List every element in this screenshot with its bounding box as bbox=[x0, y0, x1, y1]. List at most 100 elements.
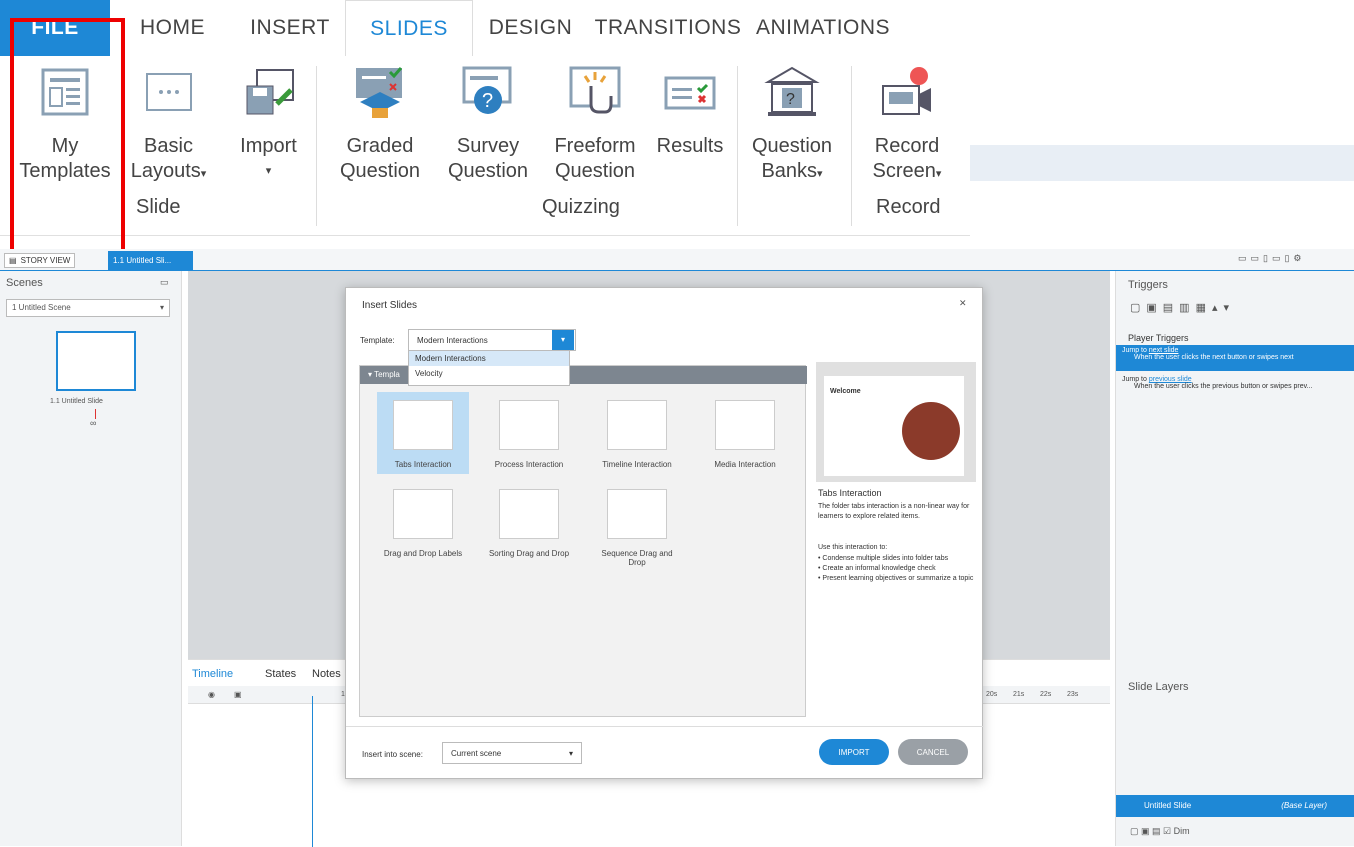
freeform-question-button[interactable]: Freeform Question bbox=[545, 64, 645, 184]
question-banks-icon: ? bbox=[764, 64, 820, 120]
thumb-drag-drop-labels[interactable]: Drag and Drop Labels bbox=[378, 489, 468, 558]
freeform-question-icon bbox=[567, 64, 623, 120]
tab-timeline[interactable]: Timeline bbox=[192, 668, 233, 680]
base-layer-row[interactable]: Untitled Slide (Base Layer) bbox=[1116, 795, 1354, 817]
template-label: Template: bbox=[360, 336, 395, 345]
record-screen-button[interactable]: Record Screen▾ bbox=[862, 64, 952, 187]
thumb-sequence-drag-drop[interactable]: Sequence Drag and Drop bbox=[592, 489, 682, 567]
basic-layouts-button[interactable]: Basic Layouts▾ bbox=[126, 64, 211, 187]
preview-bullet: • Present learning objectives or summari… bbox=[818, 575, 974, 582]
tab-states[interactable]: States bbox=[265, 668, 296, 680]
slide-thumbnail-label: 1.1 Untitled Slide bbox=[50, 398, 103, 405]
tab-home[interactable]: HOME bbox=[110, 0, 235, 56]
tick-20s: 20s bbox=[986, 691, 998, 698]
slide-thumbnail[interactable] bbox=[56, 331, 136, 391]
group-label-quizzing: Quizzing bbox=[542, 196, 620, 218]
story-view-tab[interactable]: ▤ STORY VIEW bbox=[4, 253, 76, 268]
trigger-toolbar-icons[interactable]: ▢▣▤▥▦▴▾ bbox=[1130, 301, 1235, 314]
preview-title: Tabs Interaction bbox=[818, 488, 882, 498]
tab-animations[interactable]: ANIMATIONS bbox=[748, 0, 898, 56]
playhead[interactable] bbox=[312, 696, 313, 847]
tab-notes[interactable]: Notes bbox=[312, 668, 341, 680]
tick-21s: 21s bbox=[1013, 691, 1025, 698]
template-dropdown-list: Modern Interactions Velocity bbox=[408, 350, 570, 386]
cancel-button[interactable]: CANCEL bbox=[898, 739, 968, 765]
banks-label-1: Question bbox=[751, 135, 833, 157]
ribbon-separator bbox=[737, 66, 738, 226]
preview-welcome: Welcome bbox=[830, 388, 861, 395]
thumb-sorting-drag-drop[interactable]: Sorting Drag and Drop bbox=[484, 489, 574, 558]
tab-slides[interactable]: SLIDES bbox=[345, 0, 473, 56]
tick-22s: 22s bbox=[1040, 691, 1052, 698]
thumb-media-interaction[interactable]: Media Interaction bbox=[700, 400, 790, 469]
ribbon-separator bbox=[316, 66, 317, 226]
group-label-slide: Slide bbox=[136, 196, 181, 218]
highlight-box bbox=[10, 18, 125, 258]
view-mode-icons[interactable]: ▭▭▯▭▯⚙ bbox=[1238, 253, 1305, 264]
option-velocity[interactable]: Velocity bbox=[409, 366, 569, 381]
basic-layouts-label-2: Layouts▾ bbox=[130, 160, 207, 182]
group-label-record: Record bbox=[876, 196, 941, 218]
lock-icon[interactable]: ▣ bbox=[234, 690, 242, 699]
dialog-title: Insert Slides bbox=[362, 300, 418, 311]
survey-question-button[interactable]: ? Survey Question bbox=[438, 64, 538, 184]
import-button[interactable]: Import ▾ bbox=[226, 64, 311, 184]
thumb-timeline-interaction[interactable]: Timeline Interaction bbox=[592, 400, 682, 469]
dialog-divider bbox=[346, 726, 984, 727]
scenes-panel: Scenes ▭ 1 Untitled Scene ▾ 1.1 Untitled … bbox=[0, 271, 182, 846]
eye-icon[interactable]: ◉ bbox=[208, 690, 215, 699]
option-modern-interactions[interactable]: Modern Interactions bbox=[409, 351, 569, 366]
layer-toolbar[interactable]: ▢ ▣ ▤ ☑ Dim bbox=[1130, 826, 1190, 837]
tab-transitions[interactable]: TRANSITIONS bbox=[588, 0, 748, 56]
thumb-process-interaction[interactable]: Process Interaction bbox=[484, 400, 574, 469]
close-icon[interactable]: ✕ bbox=[959, 298, 967, 309]
tab-design[interactable]: DESIGN bbox=[473, 0, 588, 56]
trigger-item-next[interactable]: Jump to next slide When the user clicks … bbox=[1116, 345, 1354, 371]
tab-insert[interactable]: INSERT bbox=[235, 0, 345, 56]
import-icon bbox=[241, 64, 297, 120]
ribbon-right-strip bbox=[970, 145, 1354, 181]
layouts-icon bbox=[141, 64, 197, 120]
basic-layouts-label-1: Basic bbox=[144, 135, 193, 157]
preview-bullet: • Create an informal knowledge check bbox=[818, 565, 936, 572]
scenes-title: Scenes bbox=[6, 277, 43, 289]
current-slide-tab[interactable]: 1.1 Untitled Sli... bbox=[108, 251, 193, 270]
record-label-2: Screen▾ bbox=[872, 160, 942, 182]
freeform-label-1: Freeform bbox=[554, 135, 636, 157]
chevron-down-icon[interactable]: ▾ bbox=[552, 330, 574, 350]
scene-select[interactable]: 1 Untitled Scene ▾ bbox=[6, 299, 170, 317]
record-screen-icon bbox=[879, 64, 935, 120]
insert-slides-dialog: Insert Slides ✕ Template: Modern Interac… bbox=[345, 287, 984, 779]
graded-question-button[interactable]: Graded Question bbox=[330, 64, 430, 184]
banks-label-2: Banks▾ bbox=[761, 160, 823, 182]
preview-photo bbox=[902, 402, 960, 460]
import-dialog-button[interactable]: IMPORT bbox=[819, 739, 889, 765]
panel-menu-icon[interactable]: ▭ bbox=[160, 277, 169, 288]
survey-label-2: Question bbox=[447, 160, 529, 182]
insert-into-scene-label: Insert into scene: bbox=[362, 750, 423, 759]
import-dropdown-arrow: ▾ bbox=[265, 165, 272, 177]
preview-image: Welcome bbox=[816, 362, 976, 482]
template-select[interactable]: Modern Interactions bbox=[408, 329, 576, 351]
results-label: Results bbox=[656, 135, 724, 157]
survey-question-icon: ? bbox=[460, 64, 516, 120]
survey-label-1: Survey bbox=[456, 135, 520, 157]
results-button[interactable]: Results bbox=[650, 64, 730, 159]
insert-scene-select[interactable]: Current scene ▾ bbox=[442, 742, 582, 764]
story-view-icon: ▤ bbox=[9, 256, 17, 265]
graded-label-2: Question bbox=[339, 160, 421, 182]
question-banks-button[interactable]: ? Question Banks▾ bbox=[742, 64, 842, 187]
triggers-panel: Triggers ▢▣▤▥▦▴▾ Player Triggers Jump to… bbox=[1115, 271, 1354, 846]
ribbon-tabs: FILE HOME INSERT SLIDES DESIGN TRANSITIO… bbox=[0, 0, 970, 56]
record-label-1: Record bbox=[874, 135, 940, 157]
tick-23s: 23s bbox=[1067, 691, 1079, 698]
story-view-label: STORY VIEW bbox=[20, 256, 71, 265]
thumb-tabs-interaction[interactable]: Tabs Interaction bbox=[378, 400, 468, 469]
svg-text:?: ? bbox=[786, 91, 795, 108]
preview-bullet: • Condense multiple slides into folder t… bbox=[818, 555, 949, 562]
ribbon-separator bbox=[851, 66, 852, 226]
trigger-item-previous[interactable]: Jump to previous slide When the user cli… bbox=[1116, 374, 1354, 400]
preview-slide: Welcome bbox=[824, 376, 964, 476]
player-triggers-heading: Player Triggers bbox=[1128, 333, 1189, 343]
preview-bullets: • Condense multiple slides into folder t… bbox=[818, 554, 978, 584]
